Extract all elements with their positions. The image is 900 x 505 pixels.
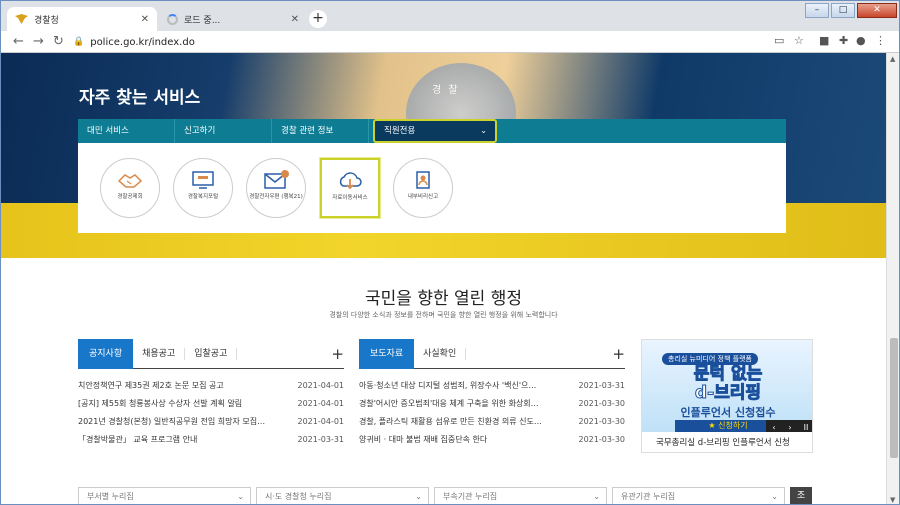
more-notices-button[interactable]: + (331, 345, 344, 363)
reload-icon[interactable]: ↻ (53, 34, 64, 50)
browser-window: 경찰청 ✕ 로드 중... ✕ + – □ ✕ ← → ↻ 🔒 police.g… (0, 0, 900, 505)
press-tabs: 보도자료 사실확인 + (359, 338, 625, 369)
list-item[interactable]: 양귀비 · 대마 불법 재배 집중단속 한다 2021-03-30 (359, 431, 625, 449)
chevron-down-icon: ⌄ (771, 492, 778, 501)
tab-notices[interactable]: 공지사항 (78, 338, 134, 369)
scroll-down-icon[interactable]: ▼ (890, 496, 895, 504)
mail-icon (264, 170, 289, 189)
scroll-up-icon[interactable]: ▲ (890, 55, 895, 63)
service-panel: 경찰공제회 경찰복지포털 경찰전자우편 (행복21) 자료이동서비스 내부비리신… (78, 143, 786, 233)
url-text: police.go.kr/index.do (90, 36, 195, 48)
banner-caption: 국무총리실 d-브리핑 인플루언서 신청 (642, 432, 812, 452)
close-window-button[interactable]: ✕ (857, 3, 897, 18)
service-police-mutual-aid[interactable]: 경찰공제회 (100, 158, 160, 218)
service-internal-report[interactable]: 내부비리신고 (393, 158, 453, 218)
maximize-button[interactable]: □ (831, 3, 855, 18)
page-subheading: 경찰의 다양한 소식과 정보를 전하며 국민을 향한 열린 행정을 위해 노력합… (329, 311, 558, 319)
address-bar: ← → ↻ 🔒 police.go.kr/index.do ▭ ☆ ■ ✚ ● … (1, 31, 899, 53)
scrollbar-thumb[interactable] (890, 338, 898, 458)
tab-title: 경찰청 (34, 15, 59, 26)
select-affiliated-sites[interactable]: 부속기관 누리집 ⌄ (434, 487, 607, 504)
tab-police[interactable]: 경찰청 ✕ (7, 7, 157, 31)
banner-headline: 문턱 없는 d-브리핑 (693, 364, 763, 403)
notice-board: 공지사항 채용공고 입찰공고 + 치안정책연구 제35권 제2호 논문 모집 공… (78, 338, 344, 449)
list-item[interactable]: 아동·청소년 대상 디지털 성범죄, 위장수사 '백신'으… 2021-03-31 (359, 377, 625, 395)
site-selects: 부서별 누리집 ⌄ 시·도 경찰청 누리집 ⌄ 부속기관 누리집 ⌄ 유관기관 누리집… (78, 487, 785, 504)
more-press-button[interactable]: + (612, 345, 625, 363)
select-related-sites[interactable]: 유관기관 누리집 ⌄ (612, 487, 785, 504)
notice-tabs: 공지사항 채용공고 입찰공고 + (78, 338, 344, 369)
tab-title: 로드 중... (184, 15, 221, 26)
url-field[interactable]: 🔒 police.go.kr/index.do (73, 33, 763, 51)
forward-icon[interactable]: → (33, 34, 44, 50)
page-heading: 국민을 향한 열린 행정 (365, 289, 522, 309)
service-tabs: 대민 서비스 신고하기 경찰 관련 정보 직원전용 ⌄ (78, 119, 786, 143)
list-item[interactable]: [공지] 제55회 청룡봉사상 수상자 선발 계획 알림 2021-04-01 (78, 395, 344, 413)
tab-civil-service[interactable]: 대민 서비스 (78, 119, 175, 143)
tab-press-releases[interactable]: 보도자료 (359, 338, 415, 369)
user-report-icon (416, 171, 430, 189)
tab-police-info[interactable]: 경찰 관련 정보 (272, 119, 369, 143)
tab-bar: 경찰청 ✕ 로드 중... ✕ + – □ ✕ (1, 1, 899, 31)
police-logo-icon (15, 14, 28, 24)
page-viewport: 경 찰 자주 찾는 서비스 대민 서비스 신고하기 경찰 관련 정보 직원전용 … (1, 53, 886, 504)
tab-staff-only[interactable]: 직원전용 ⌄ (373, 119, 497, 143)
press-board: 보도자료 사실확인 + 아동·청소년 대상 디지털 성범죄, 위장수사 '백신'… (359, 338, 625, 449)
section-title: 자주 찾는 서비스 (79, 88, 201, 108)
tab-bids[interactable]: 입찰공고 (185, 347, 238, 360)
tab-loading[interactable]: 로드 중... ✕ (159, 7, 307, 31)
service-data-transfer[interactable]: 자료이동서비스 (320, 158, 380, 218)
chevron-down-icon: ⌄ (415, 492, 422, 501)
loading-spinner-icon (167, 13, 178, 25)
tab-fact-check[interactable]: 사실확인 (414, 347, 467, 360)
chevron-down-icon: ⌄ (593, 492, 600, 501)
list-item[interactable]: 경찰, 플라스틱 재활용 섬유로 만든 친환경 의류 신도… 2021-03-30 (359, 413, 625, 431)
list-item[interactable]: 치안정책연구 제35권 제2호 논문 모집 공고 2021-04-01 (78, 377, 344, 395)
select-department-sites[interactable]: 부서별 누리집 ⌄ (78, 487, 251, 504)
close-icon[interactable]: ✕ (141, 14, 149, 25)
service-welfare-portal[interactable]: 경찰복지포털 (173, 158, 233, 218)
star-icon[interactable]: ☆ (794, 34, 804, 47)
profile-icon[interactable]: ● (856, 34, 866, 47)
list-item[interactable]: 경찰'어시안 증오범죄'대응 체계 구축을 위한 화상회… 2021-03-30 (359, 395, 625, 413)
lock-icon: 🔒 (73, 37, 85, 47)
extension-info-icon[interactable]: ■ (819, 34, 829, 47)
new-tab-button[interactable]: + (309, 10, 327, 28)
menu-icon[interactable]: ⋮ (875, 34, 886, 47)
list-item[interactable]: 2021년 경찰청(본청) 일반직공무원 전입 희망자 모집… 2021-04-0… (78, 413, 344, 431)
promo-banner[interactable]: 총리실 뉴미디어 정책 플랫폼 문턱 없는 d-브리핑 인플루언서 신청접수 ★ … (641, 339, 813, 453)
close-icon[interactable]: ✕ (291, 14, 299, 25)
press-list: 아동·청소년 대상 디지털 성범죄, 위장수사 '백신'으… 2021-03-31… (359, 377, 625, 449)
notice-list: 치안정책연구 제35권 제2호 논문 모집 공고 2021-04-01 [공지] … (78, 377, 344, 449)
service-police-email[interactable]: 경찰전자우편 (행복21) (246, 158, 306, 218)
select-regional-sites[interactable]: 시·도 경찰청 누리집 ⌄ (256, 487, 429, 504)
cloud-download-icon (339, 172, 362, 190)
chevron-down-icon: ⌄ (237, 492, 244, 501)
monitor-icon (192, 171, 214, 189)
go-button[interactable]: 조 (790, 487, 812, 504)
tab-report[interactable]: 신고하기 (175, 119, 272, 143)
vertical-scrollbar[interactable]: ▲ ▼ (886, 53, 899, 504)
chevron-down-icon: ⌄ (480, 126, 487, 135)
puzzle-icon[interactable]: ✚ (839, 34, 848, 47)
cast-icon[interactable]: ▭ (774, 34, 784, 47)
list-item[interactable]: 「경찰박물관」 교육 프로그램 안내 2021-03-31 (78, 431, 344, 449)
handshake-icon (117, 174, 143, 188)
minimize-button[interactable]: – (805, 3, 829, 18)
tab-recruitment[interactable]: 채용공고 (133, 347, 186, 360)
back-icon[interactable]: ← (13, 34, 24, 50)
banner-subhead: 인플루언서 신청접수 (680, 406, 776, 419)
window-controls: – □ ✕ (805, 3, 897, 18)
banner-image: 총리실 뉴미디어 정책 플랫폼 문턱 없는 d-브리핑 인플루언서 신청접수 ★ … (642, 340, 812, 436)
